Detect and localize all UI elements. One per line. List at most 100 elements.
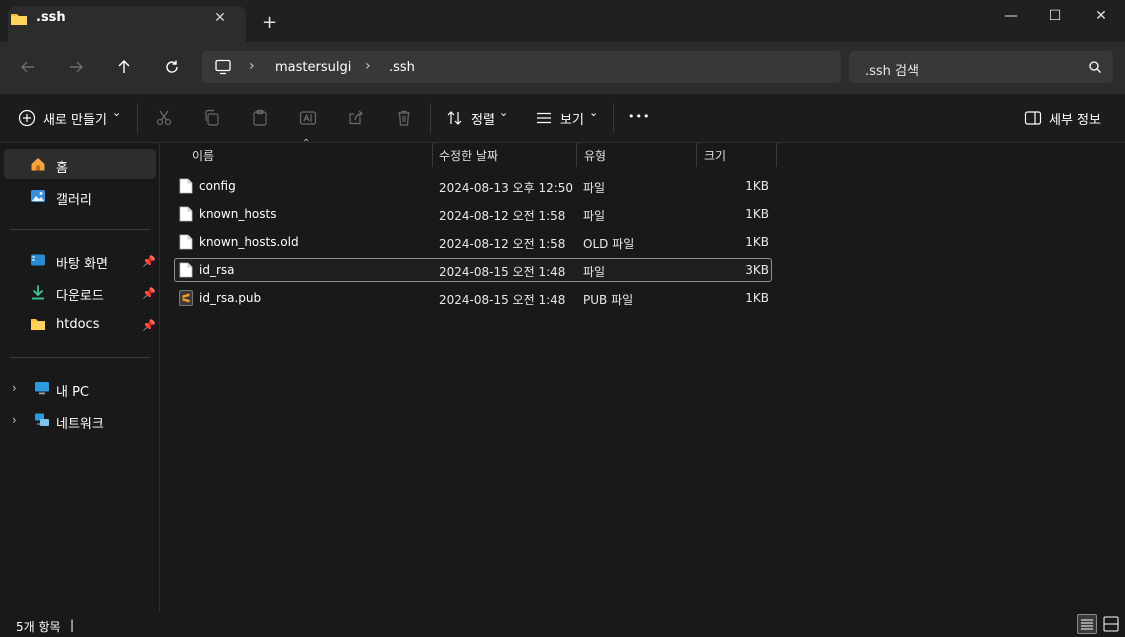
minimize-button[interactable]: — [989,4,1033,28]
tiles-view-icon [1103,616,1119,632]
breadcrumb-mastersulgi[interactable]: mastersulgi [275,60,351,75]
chevron-down-icon: ⌄ [589,106,599,119]
sidebar-divider [10,229,150,230]
file-size: 1KB [745,207,769,221]
column-header-size[interactable]: 크기 [704,147,726,164]
rename-icon[interactable] [299,109,317,127]
column-header-type[interactable]: 유형 [584,147,606,164]
details-view-button[interactable] [1077,614,1097,634]
toolbar-divider [613,103,614,133]
file-type: 파일 [583,265,606,279]
file-name: known_hosts [199,207,277,221]
status-bar [0,612,1125,637]
details-view-icon [1081,619,1093,630]
home-icon [31,158,45,171]
file-modified: 2024-08-12 오전 1:58 [439,237,566,251]
sidebar-item-label: 내 PC [56,385,90,400]
tiles-view-button[interactable] [1101,614,1121,634]
file-modified: 2024-08-15 오전 1:48 [439,265,566,279]
chevron-down-icon: ⌄ [112,106,122,119]
pin-icon: 📌 [142,287,156,300]
view-list-icon [537,112,551,124]
column-divider[interactable] [432,143,433,167]
details-pane-icon [1024,111,1042,125]
download-icon [32,285,44,300]
file-modified: 2024-08-13 오후 12:50 [439,181,574,195]
plus-circle-icon [18,109,36,127]
sidebar-item-label: 갤러리 [56,193,92,208]
file-name: id_rsa [199,263,235,277]
file-size: 1KB [745,179,769,193]
folder-icon [11,14,27,25]
file-type: 파일 [583,209,606,223]
forward-arrow-icon[interactable] [68,59,84,75]
item-count: 5개 항목 [16,620,61,634]
sidebar-item-label: 다운로드 [56,289,104,304]
file-icon [179,262,193,278]
delete-icon[interactable] [395,109,413,127]
file-modified: 2024-08-12 오전 1:58 [439,209,566,223]
column-divider[interactable] [576,143,577,167]
details-button[interactable]: 세부 정보 [1049,109,1101,128]
maximize-button[interactable]: ☐ [1033,4,1077,28]
search-input[interactable]: .ssh 검색 [865,60,919,79]
chevron-right-icon[interactable]: › [12,413,17,427]
sidebar-item-label: 홈 [56,161,68,176]
sort-icon [447,111,462,125]
pin-icon: 📌 [142,255,156,268]
gallery-icon [31,190,45,202]
chevron-right-icon[interactable]: › [12,381,17,395]
column-header-name[interactable]: 이름 [192,147,214,164]
more-options-button[interactable]: ••• [628,110,650,123]
file-size: 1KB [745,291,769,305]
column-divider[interactable] [776,143,777,167]
view-button[interactable]: 보기 [560,109,584,128]
cut-icon[interactable] [155,109,173,127]
breadcrumb-separator: › [365,58,371,74]
file-icon [179,206,193,222]
file-type: PUB 파일 [583,293,634,307]
sidebar-item-label: 바탕 화면 [56,257,108,272]
file-modified: 2024-08-15 오전 1:48 [439,293,566,307]
file-type: 파일 [583,181,606,195]
share-icon[interactable] [347,109,365,127]
sort-button[interactable]: 정렬 [471,109,495,128]
file-name: config [199,179,236,193]
column-header-modified[interactable]: 수정한 날짜 [439,147,498,164]
close-tab-button[interactable]: ✕ [210,8,230,28]
back-arrow-icon[interactable] [20,59,36,75]
paste-icon[interactable] [251,109,269,127]
sidebar-item-label: htdocs [56,317,100,332]
column-divider[interactable] [696,143,697,167]
folder-icon [31,319,45,330]
file-size: 1KB [745,235,769,249]
file-icon [179,178,193,194]
pc-icon [35,382,49,395]
sort-ascending-icon: ⌃ [302,138,311,149]
new-tab-button[interactable]: + [262,13,277,33]
refresh-icon[interactable] [164,59,180,75]
toolbar-divider [137,103,138,133]
status-separator: | [70,618,75,632]
file-name: id_rsa.pub [199,291,262,305]
sidebar-item-home[interactable] [4,149,156,179]
file-type: OLD 파일 [583,237,635,251]
tab-title: .ssh [36,10,66,25]
search-icon [1089,61,1101,73]
pin-icon: 📌 [142,319,156,332]
desktop-icon [31,254,45,266]
chevron-down-icon: ⌄ [499,106,509,119]
file-name: known_hosts.old [199,235,299,249]
toolbar-divider [430,103,431,133]
up-arrow-icon[interactable] [116,59,132,75]
file-icon [179,234,193,250]
file-size: 3KB [745,263,769,277]
sublime-file-icon [179,290,193,306]
new-button[interactable]: 새로 만들기 [43,109,107,128]
breadcrumb-separator: › [249,58,255,74]
computer-icon [215,59,231,75]
close-window-button[interactable]: ✕ [1079,4,1123,28]
breadcrumb-ssh[interactable]: .ssh [389,60,415,75]
copy-icon[interactable] [203,109,221,127]
sidebar-divider [10,357,150,358]
